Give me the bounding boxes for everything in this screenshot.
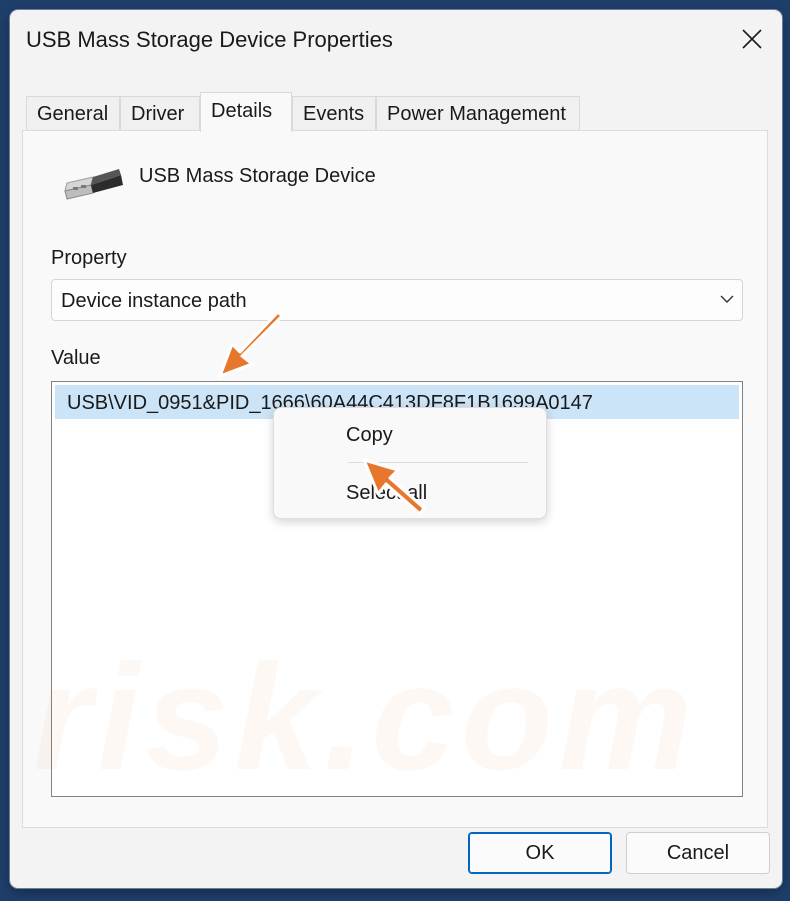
property-dropdown[interactable]: Device instance path [51, 279, 743, 321]
window-title: USB Mass Storage Device Properties [26, 27, 393, 52]
value-label: Value [51, 347, 101, 369]
menu-item-select-all[interactable]: Select all [346, 482, 427, 505]
close-icon [742, 29, 762, 49]
tab-events[interactable]: Events [292, 96, 376, 130]
properties-dialog: USB Mass Storage Device Properties Gener… [10, 10, 782, 888]
cancel-button[interactable]: Cancel [626, 832, 770, 874]
chevron-down-icon [720, 295, 734, 303]
context-menu: Copy Select all [273, 407, 547, 519]
details-panel: USB Mass Storage Device Property Device … [22, 130, 768, 828]
tab-driver[interactable]: Driver [120, 96, 200, 130]
device-name: USB Mass Storage Device [139, 165, 376, 187]
close-button[interactable] [732, 22, 772, 56]
usb-connector-icon [63, 165, 127, 205]
menu-item-copy[interactable]: Copy [346, 424, 393, 447]
title-bar[interactable]: USB Mass Storage Device Properties [10, 10, 782, 74]
ok-button[interactable]: OK [468, 832, 612, 874]
property-label: Property [51, 247, 127, 269]
tab-details[interactable]: Details [200, 92, 292, 132]
menu-divider [348, 462, 528, 463]
tab-power-management[interactable]: Power Management [376, 96, 580, 130]
tab-general[interactable]: General [26, 96, 120, 130]
property-selected-value: Device instance path [61, 290, 247, 312]
